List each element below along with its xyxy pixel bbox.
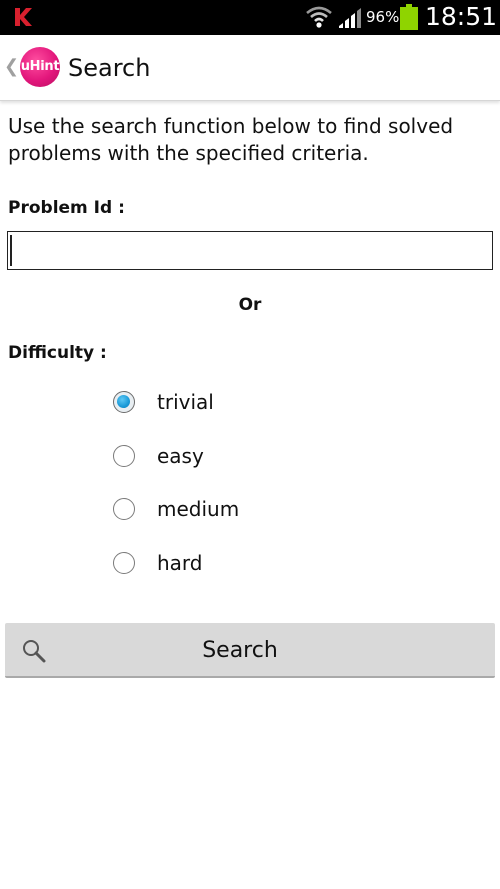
or-separator: Or xyxy=(238,295,262,315)
text-cursor xyxy=(10,235,12,266)
radio-label: easy xyxy=(157,444,204,468)
problem-id-label: Problem Id : xyxy=(8,198,125,218)
signal-icon xyxy=(339,8,361,28)
search-button-label: Search xyxy=(202,638,278,663)
action-bar: ❮ uHint Search xyxy=(0,35,500,101)
radio-button-checked[interactable] xyxy=(113,391,135,413)
status-bar: 96% 18:51 xyxy=(0,0,500,35)
radio-option-medium[interactable]: medium xyxy=(113,497,363,528)
back-chevron-icon[interactable]: ❮ xyxy=(4,56,19,78)
difficulty-label: Difficulty : xyxy=(8,343,107,363)
radio-label: hard xyxy=(157,551,203,575)
radio-button[interactable] xyxy=(113,498,135,520)
app-logo[interactable]: uHint xyxy=(20,47,60,87)
page-title: Search xyxy=(68,54,151,82)
intro-text: Use the search function below to find so… xyxy=(8,114,454,165)
radio-option-trivial[interactable]: trivial xyxy=(113,390,363,421)
wifi-icon xyxy=(306,6,332,28)
battery-icon xyxy=(400,4,418,30)
radio-option-hard[interactable]: hard xyxy=(113,551,363,582)
kaspersky-k-icon xyxy=(15,8,32,26)
radio-option-easy[interactable]: easy xyxy=(113,444,363,475)
radio-button[interactable] xyxy=(113,552,135,574)
radio-button[interactable] xyxy=(113,445,135,467)
search-button[interactable]: Search xyxy=(5,623,495,678)
radio-label: trivial xyxy=(157,390,214,414)
clock: 18:51 xyxy=(425,2,498,31)
battery-percent: 96% xyxy=(366,8,400,26)
radio-label: medium xyxy=(157,497,240,521)
problem-id-input[interactable] xyxy=(7,231,493,270)
